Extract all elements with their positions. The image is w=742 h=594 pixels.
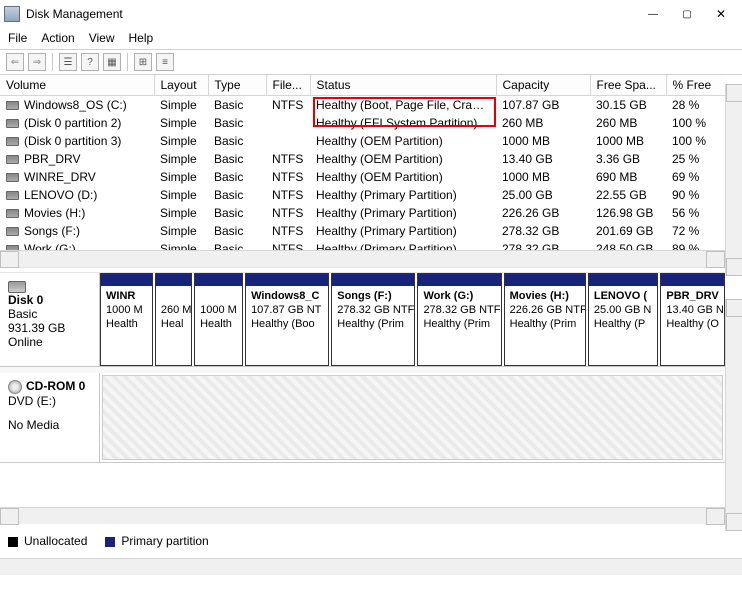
partition[interactable]: Songs (F:)278.32 GB NTFHealthy (Prim	[331, 273, 415, 366]
volume-icon	[6, 119, 19, 128]
volume-icon	[6, 209, 19, 218]
menu-help[interactable]: Help	[129, 31, 154, 45]
volume-list: Volume Layout Type File... Status Capaci…	[0, 75, 725, 250]
cdrom-state: No Media	[8, 418, 91, 432]
window-title: Disk Management	[26, 7, 636, 21]
col-status[interactable]: Status	[310, 75, 496, 96]
volume-icon	[6, 227, 19, 236]
legend-primary: Primary partition	[105, 534, 208, 548]
col-layout[interactable]: Layout	[154, 75, 208, 96]
bottom-scroll[interactable]	[0, 558, 742, 575]
disk-0-state: Online	[8, 335, 91, 349]
toolbar-btn-1[interactable]: ☰	[59, 53, 77, 71]
graphical-hscroll[interactable]	[0, 507, 725, 524]
partition[interactable]: 1000 MHealth	[194, 273, 243, 366]
col-pct[interactable]: % Free	[666, 75, 725, 96]
partition[interactable]: PBR_DRV13.40 GB NHealthy (O	[660, 273, 725, 366]
volume-icon	[6, 101, 19, 110]
col-fs[interactable]: File...	[266, 75, 310, 96]
graphical-scrollbar[interactable]	[725, 299, 742, 531]
menu-bar: File Action View Help	[0, 28, 742, 50]
partition[interactable]: Work (G:)278.32 GB NTFHealthy (Prim	[417, 273, 501, 366]
toolbar-divider	[52, 53, 53, 71]
menu-file[interactable]: File	[8, 31, 27, 45]
volume-table: Volume Layout Type File... Status Capaci…	[0, 75, 725, 250]
table-row[interactable]: (Disk 0 partition 3)SimpleBasicHealthy (…	[0, 132, 725, 150]
disk-0-section[interactable]: Disk 0 Basic 931.39 GB Online WINR1000 M…	[0, 273, 725, 367]
volume-icon	[6, 155, 19, 164]
col-capacity[interactable]: Capacity	[496, 75, 590, 96]
toolbar-btn-2[interactable]: ?	[81, 53, 99, 71]
menu-action[interactable]: Action	[41, 31, 74, 45]
partition[interactable]: Movies (H:)226.26 GB NTFHealthy (Prim	[504, 273, 586, 366]
volumes-scrollbar[interactable]	[725, 84, 742, 276]
col-type[interactable]: Type	[208, 75, 266, 96]
disk-0-name: Disk 0	[8, 293, 91, 307]
volumes-hscroll[interactable]	[0, 250, 725, 267]
cdrom-area	[102, 375, 723, 460]
partition[interactable]: WINR1000 MHealth	[100, 273, 153, 366]
partition[interactable]: Windows8_C107.87 GB NTHealthy (Boo	[245, 273, 329, 366]
cdrom-icon	[8, 380, 22, 394]
cdrom-label: CD-ROM 0 DVD (E:) No Media	[0, 373, 100, 462]
forward-button[interactable]	[28, 53, 46, 71]
volume-icon	[6, 173, 19, 182]
toolbar-btn-5[interactable]: ≡	[156, 53, 174, 71]
toolbar-btn-4[interactable]: ⊞	[134, 53, 152, 71]
primary-swatch	[105, 537, 115, 547]
cdrom-name: CD-ROM 0	[26, 379, 85, 393]
col-volume[interactable]: Volume	[0, 75, 154, 96]
volume-icon	[6, 191, 19, 200]
table-row[interactable]: (Disk 0 partition 2)SimpleBasicHealthy (…	[0, 114, 725, 132]
app-icon	[4, 6, 20, 22]
close-button[interactable]	[704, 3, 738, 25]
partition[interactable]: 260 MHeal	[155, 273, 192, 366]
back-button[interactable]	[6, 53, 24, 71]
volume-icon	[6, 137, 19, 146]
disk-0-partitions: WINR1000 MHealth260 MHeal1000 MHealthWin…	[100, 273, 725, 366]
col-free[interactable]: Free Spa...	[590, 75, 666, 96]
table-row[interactable]: WINRE_DRVSimpleBasicNTFSHealthy (OEM Par…	[0, 168, 725, 186]
legend: Unallocated Primary partition	[0, 524, 742, 558]
toolbar-btn-3[interactable]: ▦	[103, 53, 121, 71]
disk-icon	[8, 281, 26, 293]
table-row[interactable]: PBR_DRVSimpleBasicNTFSHealthy (OEM Parti…	[0, 150, 725, 168]
toolbar-divider	[127, 53, 128, 71]
title-bar: Disk Management	[0, 0, 742, 28]
table-row[interactable]: Movies (H:)SimpleBasicNTFSHealthy (Prima…	[0, 204, 725, 222]
maximize-button[interactable]	[670, 3, 704, 25]
legend-unallocated: Unallocated	[8, 534, 87, 548]
table-row[interactable]: LENOVO (D:)SimpleBasicNTFSHealthy (Prima…	[0, 186, 725, 204]
minimize-button[interactable]	[636, 3, 670, 25]
cdrom-section[interactable]: CD-ROM 0 DVD (E:) No Media	[0, 373, 725, 463]
table-row[interactable]: Windows8_OS (C:)SimpleBasicNTFSHealthy (…	[0, 96, 725, 115]
unallocated-swatch	[8, 537, 18, 547]
table-row[interactable]: Work (G:)SimpleBasicNTFSHealthy (Primary…	[0, 240, 725, 250]
partition[interactable]: LENOVO (25.00 GB NHealthy (P	[588, 273, 659, 366]
toolbar: ☰ ? ▦ ⊞ ≡	[0, 50, 742, 75]
disk-0-size: 931.39 GB	[8, 321, 91, 335]
table-row[interactable]: Songs (F:)SimpleBasicNTFSHealthy (Primar…	[0, 222, 725, 240]
disk-0-type: Basic	[8, 307, 91, 321]
cdrom-device: DVD (E:)	[8, 394, 91, 408]
menu-view[interactable]: View	[89, 31, 115, 45]
disk-0-label: Disk 0 Basic 931.39 GB Online	[0, 273, 100, 366]
